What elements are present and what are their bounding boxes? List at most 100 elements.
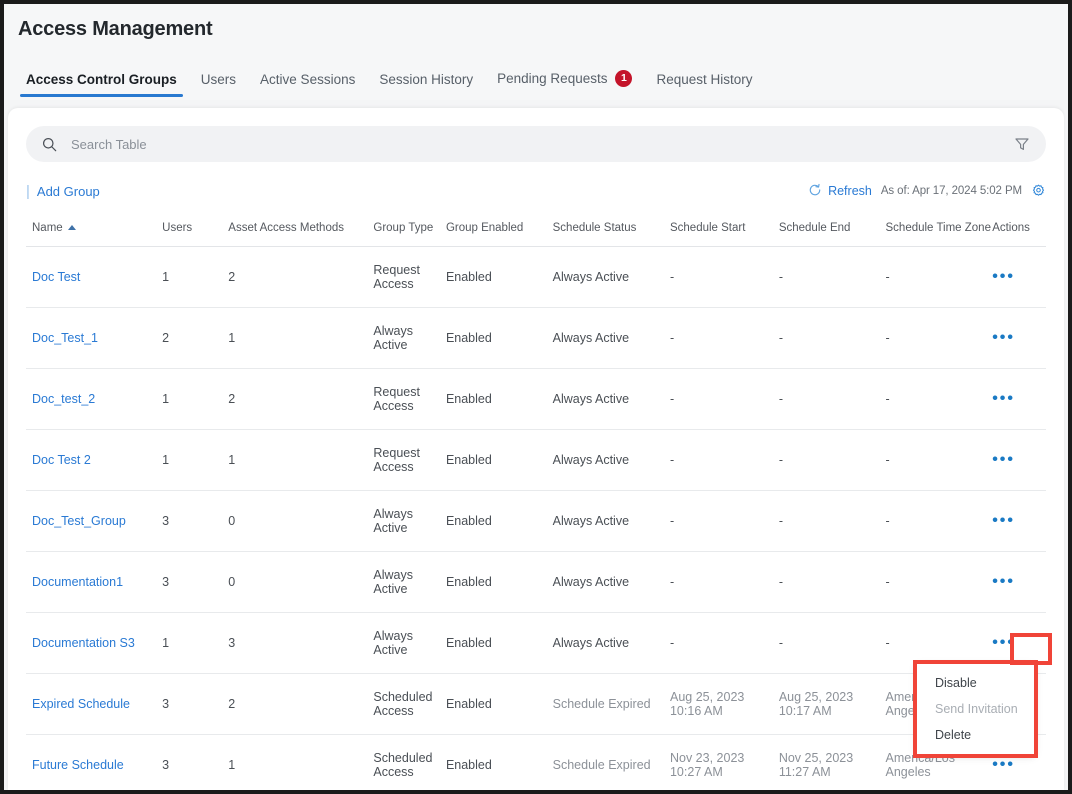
tab-label: Session History [379, 72, 473, 87]
cell-schedule-status: Always Active [547, 369, 664, 430]
cell-text[interactable]: Doc_Test_Group [32, 514, 126, 528]
gear-icon[interactable] [1031, 184, 1046, 199]
row-actions-button[interactable]: ••• [992, 329, 1015, 346]
cell-actions[interactable]: ••• [986, 369, 1046, 430]
table-body: Doc Test12Request AccessEnabledAlways Ac… [26, 247, 1046, 791]
cell-text: - [886, 392, 890, 406]
cell-schedule-end: - [773, 247, 880, 308]
cell-actions[interactable]: ••• [986, 247, 1046, 308]
table-row[interactable]: Expired Schedule32Scheduled AccessEnable… [26, 674, 1046, 735]
cell-text[interactable]: Documentation1 [32, 575, 123, 589]
cell-text: 1 [228, 331, 235, 345]
row-actions-button[interactable]: ••• [992, 573, 1015, 590]
cell-actions[interactable]: ••• [986, 308, 1046, 369]
column-header-schedule-start[interactable]: Schedule Start [664, 214, 773, 247]
cell-actions[interactable]: ••• [986, 552, 1046, 613]
column-header-schedule-end[interactable]: Schedule End [773, 214, 880, 247]
menu-item-disable[interactable]: Disable [917, 670, 1034, 696]
cell-text: 3 [162, 697, 169, 711]
tab-session-history[interactable]: Session History [367, 72, 485, 97]
refresh-button[interactable]: Refresh [808, 183, 872, 200]
cell-schedule-start: - [664, 247, 773, 308]
tab-users[interactable]: Users [189, 72, 248, 97]
cell-text[interactable]: Documentation S3 [32, 636, 135, 650]
tab-access-control-groups[interactable]: Access Control Groups [14, 72, 189, 97]
column-header-schedule-time-zone[interactable]: Schedule Time Zone [880, 214, 987, 247]
cell-text: Enabled [446, 514, 492, 528]
cell-text: - [779, 270, 783, 284]
tab-pending-requests[interactable]: Pending Requests1 [485, 70, 644, 97]
table-row[interactable]: Doc Test 211Request AccessEnabledAlways … [26, 430, 1046, 491]
cell-text: America/Los Angeles [886, 751, 955, 779]
cell-actions[interactable]: ••• [986, 491, 1046, 552]
cell-name[interactable]: Documentation S3 [26, 613, 156, 674]
cell-name[interactable]: Future Schedule [26, 735, 156, 791]
cell-group-enabled: Enabled [440, 308, 547, 369]
cell-group-type: Request Access [367, 369, 440, 430]
tab-active-sessions[interactable]: Active Sessions [248, 72, 367, 97]
cell-name[interactable]: Doc Test [26, 247, 156, 308]
cell-text: Request Access [373, 263, 420, 291]
search-bar[interactable] [26, 126, 1046, 162]
filter-icon[interactable] [1010, 132, 1034, 156]
cell-text: 1 [162, 270, 169, 284]
cell-text[interactable]: Doc Test 2 [32, 453, 91, 467]
table-row[interactable]: Future Schedule31Scheduled AccessEnabled… [26, 735, 1046, 791]
table-row[interactable]: Doc Test12Request AccessEnabledAlways Ac… [26, 247, 1046, 308]
cell-text: 2 [228, 270, 235, 284]
cell-text: 2 [228, 392, 235, 406]
tab-label: Access Control Groups [26, 72, 177, 87]
row-actions-button[interactable]: ••• [992, 451, 1015, 468]
row-actions-button[interactable]: ••• [992, 512, 1015, 529]
row-actions-menu[interactable]: DisableSend InvitationDelete [917, 664, 1034, 754]
table-row[interactable]: Doc_Test_Group30Always ActiveEnabledAlwa… [26, 491, 1046, 552]
column-header-group-type[interactable]: Group Type [367, 214, 440, 247]
cell-name[interactable]: Doc_Test_Group [26, 491, 156, 552]
row-actions-button[interactable]: ••• [992, 390, 1015, 407]
cell-text[interactable]: Doc_test_2 [32, 392, 95, 406]
cell-text[interactable]: Expired Schedule [32, 697, 130, 711]
cell-name[interactable]: Doc_test_2 [26, 369, 156, 430]
cell-group-type: Always Active [367, 308, 440, 369]
cell-users: 2 [156, 308, 222, 369]
row-actions-button[interactable]: ••• [992, 268, 1015, 285]
cell-schedule-end: - [773, 491, 880, 552]
cell-schedule-end: - [773, 308, 880, 369]
tab-request-history[interactable]: Request History [644, 72, 764, 97]
cell-text: - [779, 636, 783, 650]
cell-text: - [670, 453, 674, 467]
column-header-asset-access-methods[interactable]: Asset Access Methods [222, 214, 367, 247]
column-header-label: Group Enabled [446, 222, 523, 234]
cell-schedule-start: - [664, 430, 773, 491]
cell-actions[interactable]: ••• [986, 430, 1046, 491]
table-row[interactable]: Doc_test_212Request AccessEnabledAlways … [26, 369, 1046, 430]
table-row[interactable]: Documentation130Always ActiveEnabledAlwa… [26, 552, 1046, 613]
cell-text[interactable]: Future Schedule [32, 758, 124, 772]
cell-text: - [779, 575, 783, 589]
row-actions-button[interactable]: ••• [992, 634, 1015, 651]
cell-text[interactable]: Doc Test [32, 270, 80, 284]
cell-group-type: Always Active [367, 552, 440, 613]
column-header-name[interactable]: Name [26, 214, 156, 247]
cell-schedule-status: Always Active [547, 430, 664, 491]
column-header-group-enabled[interactable]: Group Enabled [440, 214, 547, 247]
add-group-button[interactable]: | Add Group [26, 184, 100, 199]
menu-item-delete[interactable]: Delete [917, 722, 1034, 748]
column-header-users[interactable]: Users [156, 214, 222, 247]
cell-name[interactable]: Doc Test 2 [26, 430, 156, 491]
cell-group-enabled: Enabled [440, 491, 547, 552]
table-row[interactable]: Documentation S313Always ActiveEnabledAl… [26, 613, 1046, 674]
column-header-actions[interactable]: Actions [986, 214, 1046, 247]
cell-name[interactable]: Documentation1 [26, 552, 156, 613]
cell-text[interactable]: Doc_Test_1 [32, 331, 98, 345]
column-header-label: Schedule Start [670, 222, 745, 234]
column-header-label: Schedule Status [553, 222, 637, 234]
cell-text: 1 [162, 453, 169, 467]
cell-text: Always Active [373, 324, 413, 352]
table-row[interactable]: Doc_Test_121Always ActiveEnabledAlways A… [26, 308, 1046, 369]
cell-name[interactable]: Doc_Test_1 [26, 308, 156, 369]
search-input[interactable] [69, 136, 1010, 153]
cell-name[interactable]: Expired Schedule [26, 674, 156, 735]
column-header-schedule-status[interactable]: Schedule Status [547, 214, 664, 247]
row-actions-button[interactable]: ••• [992, 756, 1015, 773]
